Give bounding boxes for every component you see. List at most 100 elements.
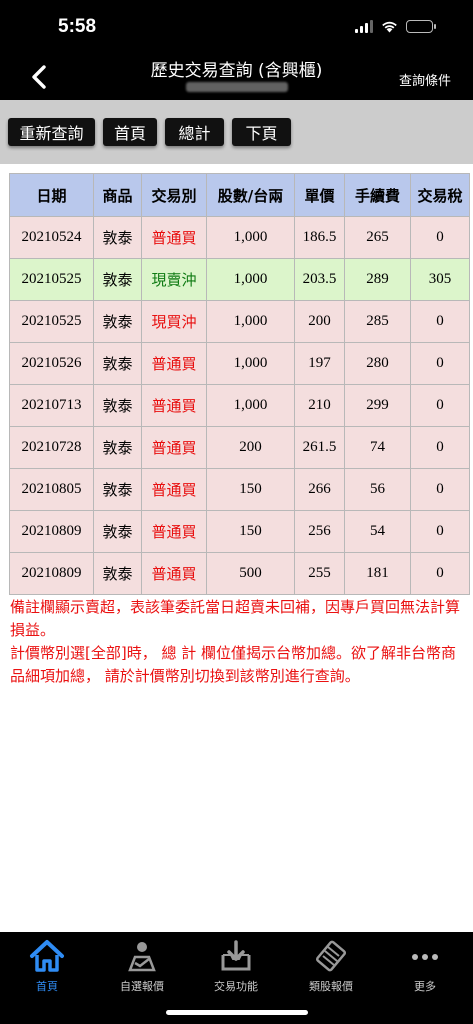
cell-date: 20210525 bbox=[9, 258, 94, 301]
cell-tax: 305 bbox=[410, 258, 470, 301]
cell-fee: 280 bbox=[344, 342, 411, 385]
cell-shares: 1,000 bbox=[206, 384, 295, 427]
tab-label: 自選報價 bbox=[120, 980, 164, 993]
column-header-shares: 股數/台兩 bbox=[206, 173, 295, 217]
cell-fee: 54 bbox=[344, 510, 411, 553]
remark-oversold-note: 備註欄顯示賣超，表該筆委託當日超賣未回補，因專戶買回無法計算損益。 bbox=[10, 598, 461, 639]
cell-date: 20210525 bbox=[9, 300, 94, 343]
cell-price: 186.5 bbox=[294, 216, 345, 259]
tab-more[interactable]: 更多 bbox=[378, 936, 472, 994]
tab-label: 更多 bbox=[414, 980, 436, 993]
cell-date: 20210713 bbox=[9, 384, 94, 427]
cell-fee: 74 bbox=[344, 426, 411, 469]
tab-label: 類股報價 bbox=[309, 980, 353, 993]
table-row[interactable]: 20210525 敦泰 現買沖 1,000 200 285 0 bbox=[9, 300, 470, 343]
cell-shares: 1,000 bbox=[206, 300, 295, 343]
cell-fee: 299 bbox=[344, 384, 411, 427]
trade-history-table: 日期 商品 交易別 股數/台兩 單價 手續費 交易稅 20210524 敦泰 普… bbox=[9, 173, 470, 595]
requery-button[interactable]: 重新查詢 bbox=[8, 118, 95, 146]
home-icon bbox=[30, 940, 64, 972]
cell-trade-type: 普通買 bbox=[141, 216, 207, 259]
cell-fee: 289 bbox=[344, 258, 411, 301]
watchlist-icon bbox=[128, 942, 156, 972]
cellular-signal-icon bbox=[355, 20, 373, 33]
first-page-button[interactable]: 首頁 bbox=[103, 118, 157, 146]
column-header-date: 日期 bbox=[9, 173, 94, 217]
cell-product: 敦泰 bbox=[93, 468, 142, 511]
total-button[interactable]: 總計 bbox=[165, 118, 224, 146]
account-number-redacted bbox=[186, 82, 288, 92]
status-bar: 5:58 bbox=[0, 0, 473, 54]
battery-icon bbox=[406, 20, 436, 33]
cell-product: 敦泰 bbox=[93, 384, 142, 427]
table-row[interactable]: 20210713 敦泰 普通買 1,000 210 299 0 bbox=[9, 384, 470, 427]
table-header-row: 日期 商品 交易別 股數/台兩 單價 手續費 交易稅 bbox=[9, 173, 470, 217]
cell-shares: 150 bbox=[206, 468, 295, 511]
cell-fee: 181 bbox=[344, 552, 411, 595]
more-icon bbox=[412, 954, 438, 960]
cell-shares: 500 bbox=[206, 552, 295, 595]
column-header-tax: 交易稅 bbox=[410, 173, 470, 217]
cell-tax: 0 bbox=[410, 426, 470, 469]
cell-tax: 0 bbox=[410, 300, 470, 343]
table-row[interactable]: 20210728 敦泰 普通買 200 261.5 74 0 bbox=[9, 426, 470, 469]
cell-shares: 200 bbox=[206, 426, 295, 469]
cell-product: 敦泰 bbox=[93, 300, 142, 343]
cell-fee: 265 bbox=[344, 216, 411, 259]
cell-date: 20210728 bbox=[9, 426, 94, 469]
toolbar: 重新查詢 首頁 總計 下頁 bbox=[0, 100, 473, 164]
cell-tax: 0 bbox=[410, 510, 470, 553]
cell-date: 20210524 bbox=[9, 216, 94, 259]
cell-tax: 0 bbox=[410, 342, 470, 385]
table-row[interactable]: 20210805 敦泰 普通買 150 266 56 0 bbox=[9, 468, 470, 511]
cell-price: 200 bbox=[294, 300, 345, 343]
cell-price: 197 bbox=[294, 342, 345, 385]
column-header-fee: 手續費 bbox=[344, 173, 411, 217]
cell-date: 20210809 bbox=[9, 552, 94, 595]
query-conditions-button[interactable]: 查詢條件 bbox=[399, 70, 451, 89]
cell-product: 敦泰 bbox=[93, 258, 142, 301]
tab-label: 交易功能 bbox=[214, 980, 258, 993]
cell-trade-type: 普通買 bbox=[141, 342, 207, 385]
table-row[interactable]: 20210524 敦泰 普通買 1,000 186.5 265 0 bbox=[9, 216, 470, 259]
wifi-icon bbox=[382, 21, 397, 33]
cell-fee: 56 bbox=[344, 468, 411, 511]
cell-tax: 0 bbox=[410, 468, 470, 511]
table-row[interactable]: 20210809 敦泰 普通買 150 256 54 0 bbox=[9, 510, 470, 553]
cell-date: 20210526 bbox=[9, 342, 94, 385]
cell-trade-type: 現賣沖 bbox=[141, 258, 207, 301]
sector-icon bbox=[315, 940, 347, 972]
cell-price: 266 bbox=[294, 468, 345, 511]
cell-fee: 285 bbox=[344, 300, 411, 343]
cell-product: 敦泰 bbox=[93, 510, 142, 553]
tab-trade[interactable]: 交易功能 bbox=[189, 936, 283, 994]
cell-product: 敦泰 bbox=[93, 552, 142, 595]
cell-product: 敦泰 bbox=[93, 426, 142, 469]
cell-price: 255 bbox=[294, 552, 345, 595]
tab-label: 首頁 bbox=[36, 980, 58, 993]
cell-trade-type: 普通買 bbox=[141, 384, 207, 427]
cell-tax: 0 bbox=[410, 552, 470, 595]
remarks: 備註欄顯示賣超，表該筆委託當日超賣未回補，因專戶買回無法計算損益。 計價幣別選[… bbox=[10, 596, 465, 688]
cell-date: 20210805 bbox=[9, 468, 94, 511]
cell-product: 敦泰 bbox=[93, 342, 142, 385]
cell-price: 256 bbox=[294, 510, 345, 553]
cell-trade-type: 普通買 bbox=[141, 510, 207, 553]
cell-shares: 150 bbox=[206, 510, 295, 553]
status-icons bbox=[355, 20, 436, 33]
cell-date: 20210809 bbox=[9, 510, 94, 553]
cell-tax: 0 bbox=[410, 384, 470, 427]
tab-sector[interactable]: 類股報價 bbox=[284, 936, 378, 994]
table-row[interactable]: 20210525 敦泰 現賣沖 1,000 203.5 289 305 bbox=[9, 258, 470, 301]
table-row[interactable]: 20210809 敦泰 普通買 500 255 181 0 bbox=[9, 552, 470, 595]
tab-watchlist[interactable]: 自選報價 bbox=[95, 936, 189, 994]
cell-tax: 0 bbox=[410, 216, 470, 259]
cell-trade-type: 現買沖 bbox=[141, 300, 207, 343]
table-row[interactable]: 20210526 敦泰 普通買 1,000 197 280 0 bbox=[9, 342, 470, 385]
nav-bar: 歷史交易查詢 (含興櫃) 查詢條件 bbox=[0, 54, 473, 100]
cell-trade-type: 普通買 bbox=[141, 426, 207, 469]
trade-icon bbox=[221, 940, 251, 971]
status-time: 5:58 bbox=[58, 16, 97, 37]
tab-home[interactable]: 首頁 bbox=[0, 936, 94, 994]
next-page-button[interactable]: 下頁 bbox=[232, 118, 291, 146]
